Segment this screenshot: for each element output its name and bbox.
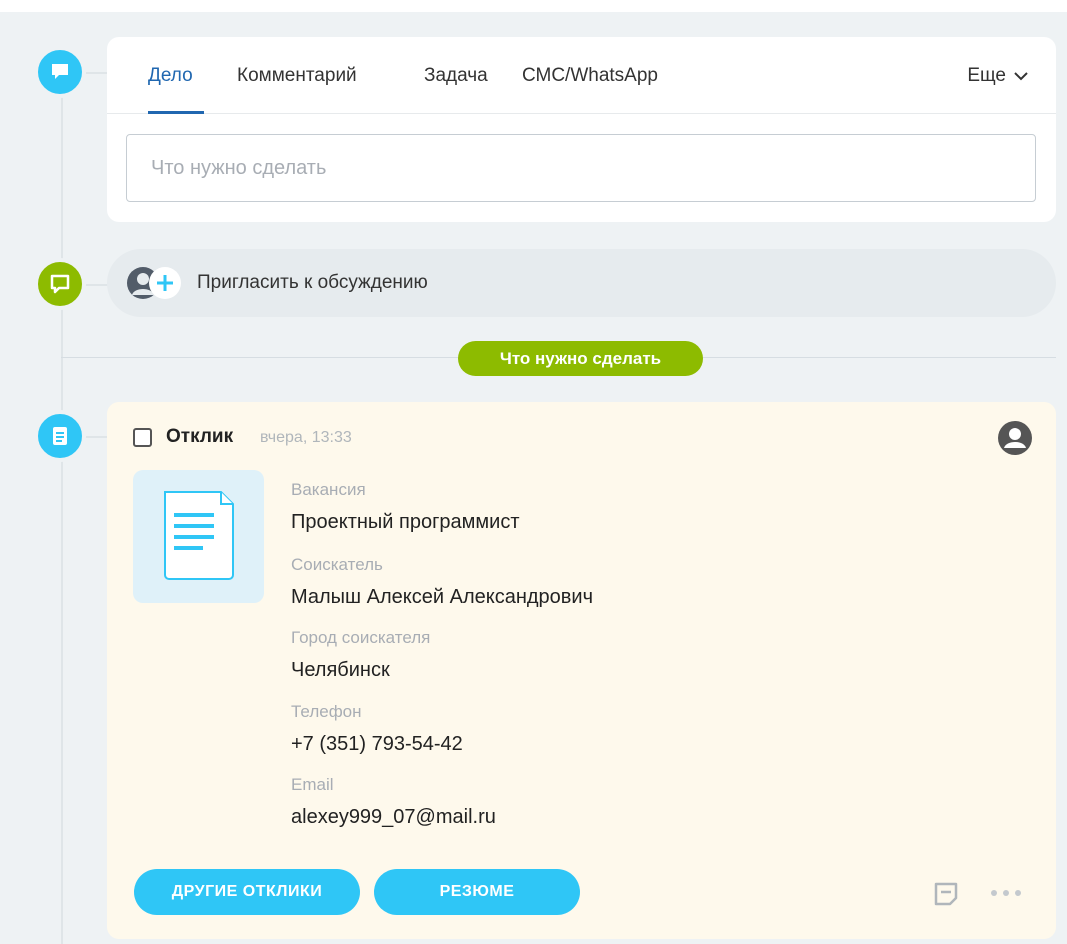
user-icon[interactable]	[998, 421, 1032, 455]
resume-button[interactable]: РЕЗЮМЕ	[374, 869, 580, 915]
tab-delo[interactable]: Дело	[148, 65, 193, 87]
activity-card: Отклик вчера, 13:33 Вакансия Проектный п…	[107, 402, 1056, 939]
tab-sms-whatsapp[interactable]: СМС/WhatsApp	[522, 65, 658, 87]
field-value-vacancy: Проектный программист	[291, 511, 520, 533]
more-dots-icon[interactable]	[989, 888, 1023, 898]
field-label-phone: Телефон	[291, 702, 362, 721]
task-input[interactable]	[126, 134, 1036, 202]
timeline-line	[61, 80, 63, 944]
tab-task[interactable]: Задача	[424, 65, 488, 87]
active-tab-indicator	[148, 111, 204, 114]
activity-editor: Дело Комментарий Задача СМС/WhatsApp Еще	[107, 37, 1056, 222]
tab-comment[interactable]: Комментарий	[237, 65, 357, 87]
document-thumbnail	[133, 470, 264, 603]
note-icon[interactable]	[932, 880, 960, 908]
todo-badge: Что нужно сделать	[458, 341, 703, 376]
field-label-city: Город соискателя	[291, 628, 431, 647]
timeline-page: Дело Комментарий Задача СМС/WhatsApp Еще	[0, 0, 1067, 944]
field-label-applicant: Соискатель	[291, 555, 383, 574]
more-label: Еще	[967, 65, 1006, 86]
complete-checkbox[interactable]	[133, 428, 152, 447]
top-strip	[0, 0, 1067, 12]
field-value-email: alexey999_07@mail.ru	[291, 806, 496, 828]
add-user-icon	[127, 267, 181, 299]
chat-icon	[50, 274, 70, 294]
document-icon	[53, 427, 67, 445]
invite-label: Пригласить к обсуждению	[197, 272, 428, 293]
activity-title[interactable]: Отклик	[166, 426, 233, 448]
field-value-city: Челябинск	[291, 659, 390, 681]
other-responses-button[interactable]: ДРУГИЕ ОТКЛИКИ	[134, 869, 360, 915]
field-value-phone: +7 (351) 793-54-42	[291, 733, 463, 755]
timeline-dot-comment	[34, 46, 86, 98]
timeline-dot-document	[34, 410, 86, 462]
more-tabs-button[interactable]: Еще	[967, 65, 1028, 87]
editor-tabs: Дело Комментарий Задача СМС/WhatsApp Еще	[107, 37, 1056, 114]
document-icon	[164, 491, 234, 580]
field-label-vacancy: Вакансия	[291, 480, 366, 499]
comment-icon	[52, 64, 68, 79]
activity-time: вчера, 13:33	[260, 429, 352, 446]
field-label-email: Email	[291, 775, 334, 794]
chevron-down-icon	[1014, 71, 1028, 80]
invite-to-discussion[interactable]: Пригласить к обсуждению	[107, 249, 1056, 317]
timeline-dot-chat	[34, 258, 86, 310]
field-value-applicant: Малыш Алексей Александрович	[291, 586, 594, 608]
